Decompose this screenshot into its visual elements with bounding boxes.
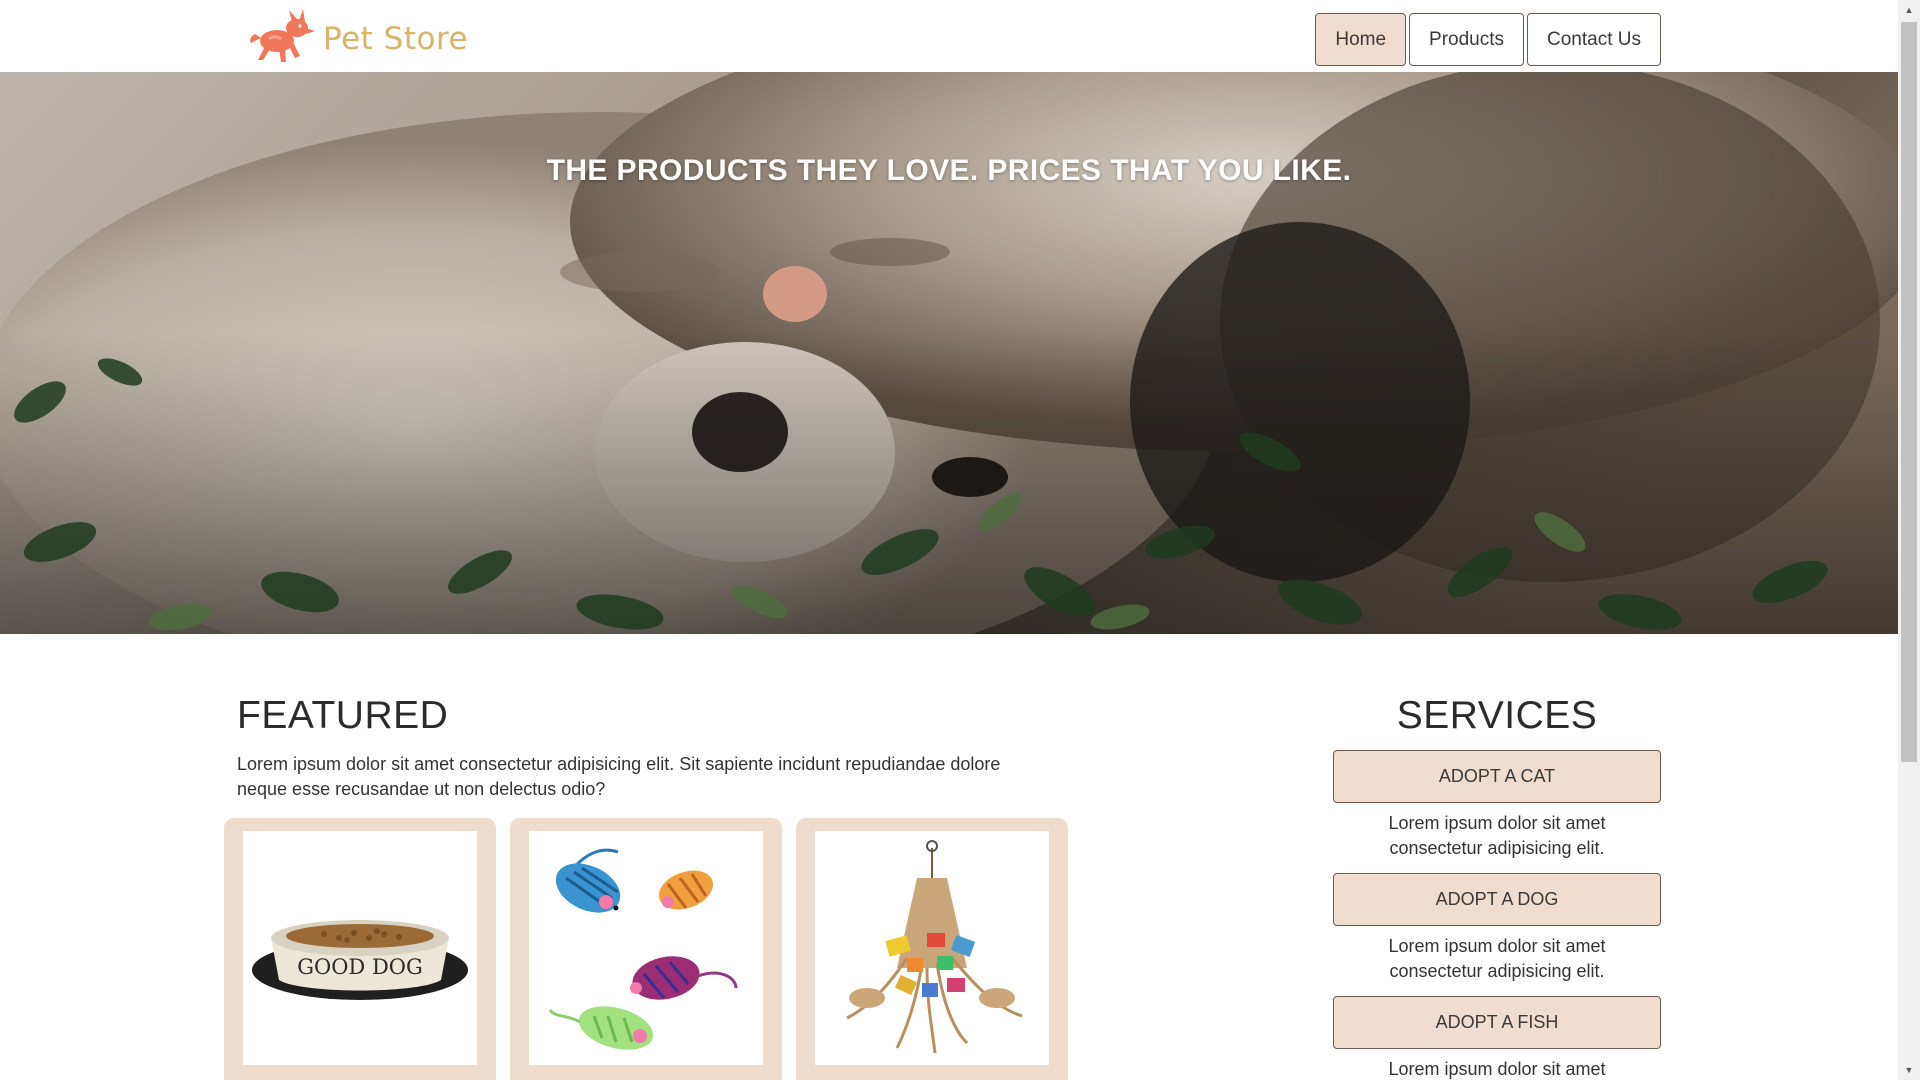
toy-mice-image <box>529 831 763 1065</box>
scroll-up-arrow-icon[interactable]: ▲ <box>1898 0 1920 20</box>
scroll-thumb[interactable] <box>1901 22 1917 762</box>
product-card[interactable] <box>796 818 1068 1080</box>
featured-description: Lorem ipsum dolor sit amet consectetur a… <box>237 754 1001 799</box>
bird-toy-image <box>815 831 1049 1065</box>
adopt-cat-description: Lorem ipsum dolor sit amet consectetur a… <box>1388 813 1606 858</box>
nav-contact-button[interactable]: Contact Us <box>1527 13 1661 66</box>
dog-bowl-label: GOOD DOG <box>297 955 423 979</box>
services-section: SERVICES ADOPT A CAT Lorem ipsum dolor s… <box>1333 694 1661 1080</box>
main-nav: Home Products Contact Us <box>1315 13 1661 66</box>
nav-home-button[interactable]: Home <box>1315 13 1407 66</box>
scroll-down-arrow-icon[interactable]: ▼ <box>1898 1060 1920 1080</box>
featured-products: GOOD DOG <box>224 818 1068 1080</box>
brand-name: Pet Store <box>323 20 469 57</box>
nav-products-button[interactable]: Products <box>1409 13 1525 66</box>
featured-section: FEATURED Lorem ipsum dolor sit amet cons… <box>237 694 1055 802</box>
adopt-fish-description: Lorem ipsum dolor sit amet consectetur a… <box>1388 1059 1606 1079</box>
adopt-dog-button[interactable]: ADOPT A DOG <box>1333 873 1661 926</box>
adopt-cat-button[interactable]: ADOPT A CAT <box>1333 750 1661 803</box>
services-title: SERVICES <box>1396 694 1598 737</box>
adopt-fish-button[interactable]: ADOPT A FISH <box>1333 996 1661 1049</box>
hero-tagline: THE PRODUCTS THEY LOVE. PRICES THAT YOU … <box>546 154 1352 187</box>
brand-logo[interactable]: Pet Store <box>245 8 468 69</box>
page-scrollbar[interactable]: ▲ ▼ <box>1898 0 1920 1080</box>
product-card[interactable]: GOOD DOG <box>224 818 496 1080</box>
site-header: Pet Store Home Products Contact Us <box>0 0 1898 72</box>
featured-title: FEATURED <box>237 694 449 737</box>
adopt-dog-description: Lorem ipsum dolor sit amet consectetur a… <box>1388 936 1606 981</box>
dog-bowl-image: GOOD DOG <box>243 831 477 1065</box>
dog-logo-icon <box>245 8 317 69</box>
product-card[interactable] <box>510 818 782 1080</box>
hero-banner: THE PRODUCTS THEY LOVE. PRICES THAT YOU … <box>0 72 1898 634</box>
